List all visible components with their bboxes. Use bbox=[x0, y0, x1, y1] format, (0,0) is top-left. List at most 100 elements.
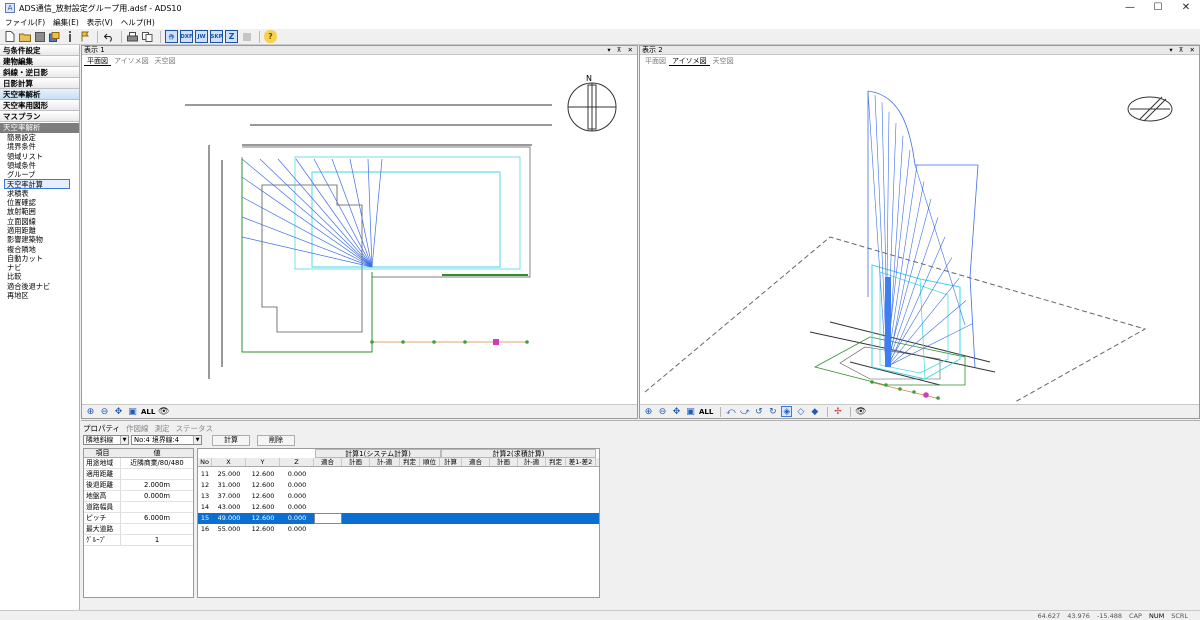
grid-cell[interactable] bbox=[462, 502, 490, 513]
z-button[interactable]: Z bbox=[225, 30, 238, 43]
sidebar-item[interactable]: 境界条件 bbox=[0, 142, 79, 151]
eye-icon[interactable]: 👁 bbox=[855, 406, 866, 417]
tab-isometric[interactable]: アイソメ図 bbox=[669, 56, 710, 66]
grid-column-header[interactable]: 計画 bbox=[490, 458, 518, 466]
grid-cell[interactable] bbox=[566, 480, 596, 491]
fit-icon[interactable]: ▣ bbox=[127, 406, 138, 417]
sidebar-item-selected[interactable]: 天空率計算 bbox=[4, 179, 70, 189]
delete-button[interactable]: 削除 bbox=[257, 435, 295, 446]
help-button[interactable]: ? bbox=[264, 30, 277, 43]
grid-cell[interactable]: 16 bbox=[198, 524, 212, 535]
zoom-out-icon[interactable]: ⊖ bbox=[657, 406, 668, 417]
sidebar-item[interactable]: 領域リスト bbox=[0, 152, 79, 161]
zoom-all-button[interactable]: ALL bbox=[141, 406, 155, 417]
walk-view-icon[interactable]: ✢ bbox=[832, 406, 843, 417]
grid-cell[interactable] bbox=[462, 480, 490, 491]
calculate-button[interactable]: 計算 bbox=[212, 435, 250, 446]
grid-cell[interactable] bbox=[440, 513, 462, 524]
iso-cube-front-icon[interactable]: ◈ bbox=[781, 406, 793, 417]
grid-cell[interactable] bbox=[342, 491, 370, 502]
iso-cube-side-icon[interactable]: ◇ bbox=[795, 406, 806, 417]
grid-cell[interactable] bbox=[370, 469, 400, 480]
property-value[interactable] bbox=[121, 524, 193, 534]
grid-cell[interactable] bbox=[566, 469, 596, 480]
property-row[interactable]: 適用距離 bbox=[84, 469, 193, 480]
measure-point[interactable] bbox=[463, 340, 467, 344]
tool-sakuzu-button[interactable]: 作 bbox=[165, 30, 178, 43]
grid-cell[interactable]: 15 bbox=[198, 513, 212, 524]
property-value[interactable]: 0.000m bbox=[121, 491, 193, 501]
grid-cell[interactable]: 0.000 bbox=[280, 502, 314, 513]
property-row[interactable]: 最大道路 bbox=[84, 524, 193, 535]
dxf-button[interactable]: DXF bbox=[180, 30, 193, 43]
sidebar-category-sky-shapes[interactable]: 天空率用図形 bbox=[0, 100, 79, 111]
grid-cell[interactable] bbox=[518, 524, 546, 535]
grid-cell[interactable] bbox=[546, 491, 566, 502]
grid-cell[interactable] bbox=[518, 502, 546, 513]
property-value[interactable]: 2.000m bbox=[121, 480, 193, 490]
property-row[interactable]: 後退距離 2.000m bbox=[84, 480, 193, 491]
menu-view[interactable]: 表示(V) bbox=[87, 17, 113, 28]
isometric-drawing-canvas[interactable] bbox=[640, 67, 1199, 405]
grid-cell[interactable] bbox=[546, 502, 566, 513]
grid-cell[interactable]: 0.000 bbox=[280, 469, 314, 480]
grid-column-header[interactable]: Z bbox=[280, 458, 314, 466]
grid-cell[interactable] bbox=[490, 524, 518, 535]
sidebar-item[interactable]: 自動カット bbox=[0, 254, 79, 263]
grid-cell[interactable] bbox=[440, 502, 462, 513]
grid-cell[interactable] bbox=[420, 524, 440, 535]
property-value[interactable]: 近隣商業/80/480 bbox=[121, 458, 193, 468]
grid-cell[interactable] bbox=[370, 480, 400, 491]
grid-cell[interactable]: 25.000 bbox=[212, 469, 246, 480]
zoom-in-icon[interactable]: ⊕ bbox=[643, 406, 654, 417]
measure-point[interactable] bbox=[525, 340, 529, 344]
grid-cell[interactable] bbox=[420, 491, 440, 502]
grid-cell[interactable] bbox=[370, 502, 400, 513]
grid-cell[interactable] bbox=[462, 513, 490, 524]
iso-cube-solid-icon[interactable]: ◆ bbox=[809, 406, 820, 417]
grid-column-header[interactable]: No bbox=[198, 458, 212, 466]
grid-column-header[interactable]: 判定 bbox=[400, 458, 420, 466]
rotate-right-icon[interactable]: ⤻ bbox=[739, 406, 750, 417]
measure-point[interactable] bbox=[493, 339, 499, 345]
grid-cell[interactable] bbox=[342, 513, 370, 524]
grid-cell[interactable]: 12 bbox=[198, 480, 212, 491]
measure-point[interactable] bbox=[432, 340, 436, 344]
grid-cell[interactable] bbox=[420, 513, 440, 524]
sidebar-item[interactable]: ナビ bbox=[0, 263, 79, 272]
grid-cell[interactable] bbox=[490, 513, 518, 524]
sidebar-item[interactable]: 適用距離 bbox=[0, 226, 79, 235]
sidebar-item[interactable]: 再地区 bbox=[0, 291, 79, 300]
property-value[interactable]: 1 bbox=[121, 535, 193, 545]
grid-cell[interactable] bbox=[490, 469, 518, 480]
grid-cell[interactable]: 37.000 bbox=[212, 491, 246, 502]
grid-cell[interactable] bbox=[342, 524, 370, 535]
measure-point[interactable] bbox=[936, 396, 940, 400]
sidebar-category-slope[interactable]: 斜線・逆日影 bbox=[0, 67, 79, 78]
view-1-window-controls[interactable]: ▾ ⊼ ✕ bbox=[607, 46, 635, 55]
property-row[interactable]: ｸﾞﾙｰﾌﾟ 1 bbox=[84, 535, 193, 546]
sidebar-category-conditions[interactable]: 与条件設定 bbox=[0, 45, 79, 56]
table-row[interactable]: 13 37.000 12.600 0.000 bbox=[198, 491, 599, 502]
grid-cell[interactable] bbox=[342, 502, 370, 513]
measure-point[interactable] bbox=[898, 387, 902, 391]
property-value[interactable]: 6.000m bbox=[121, 513, 193, 523]
measure-point[interactable] bbox=[912, 390, 916, 394]
tab-measure[interactable]: 測定 bbox=[155, 423, 170, 434]
zoom-all-button[interactable]: ALL bbox=[699, 406, 713, 417]
grid-cell[interactable]: 14 bbox=[198, 502, 212, 513]
grid-cell[interactable] bbox=[490, 491, 518, 502]
grid-cell[interactable] bbox=[400, 502, 420, 513]
grid-cell[interactable] bbox=[462, 491, 490, 502]
sidebar-item[interactable]: 複合隣地 bbox=[0, 245, 79, 254]
tab-properties[interactable]: プロパティ bbox=[83, 423, 120, 434]
sidebar-item[interactable]: 影響建築物 bbox=[0, 235, 79, 244]
skp-button[interactable]: SKP bbox=[210, 30, 223, 43]
zoom-out-icon[interactable]: ⊖ bbox=[99, 406, 110, 417]
sidebar-category-building-edit[interactable]: 建物編集 bbox=[0, 56, 79, 67]
sidebar-item[interactable]: 領域条件 bbox=[0, 161, 79, 170]
tab-sky[interactable]: 天空図 bbox=[710, 56, 737, 66]
grid-cell[interactable] bbox=[314, 502, 342, 513]
grid-cell[interactable] bbox=[400, 513, 420, 524]
fit-icon[interactable]: ▣ bbox=[685, 406, 696, 417]
